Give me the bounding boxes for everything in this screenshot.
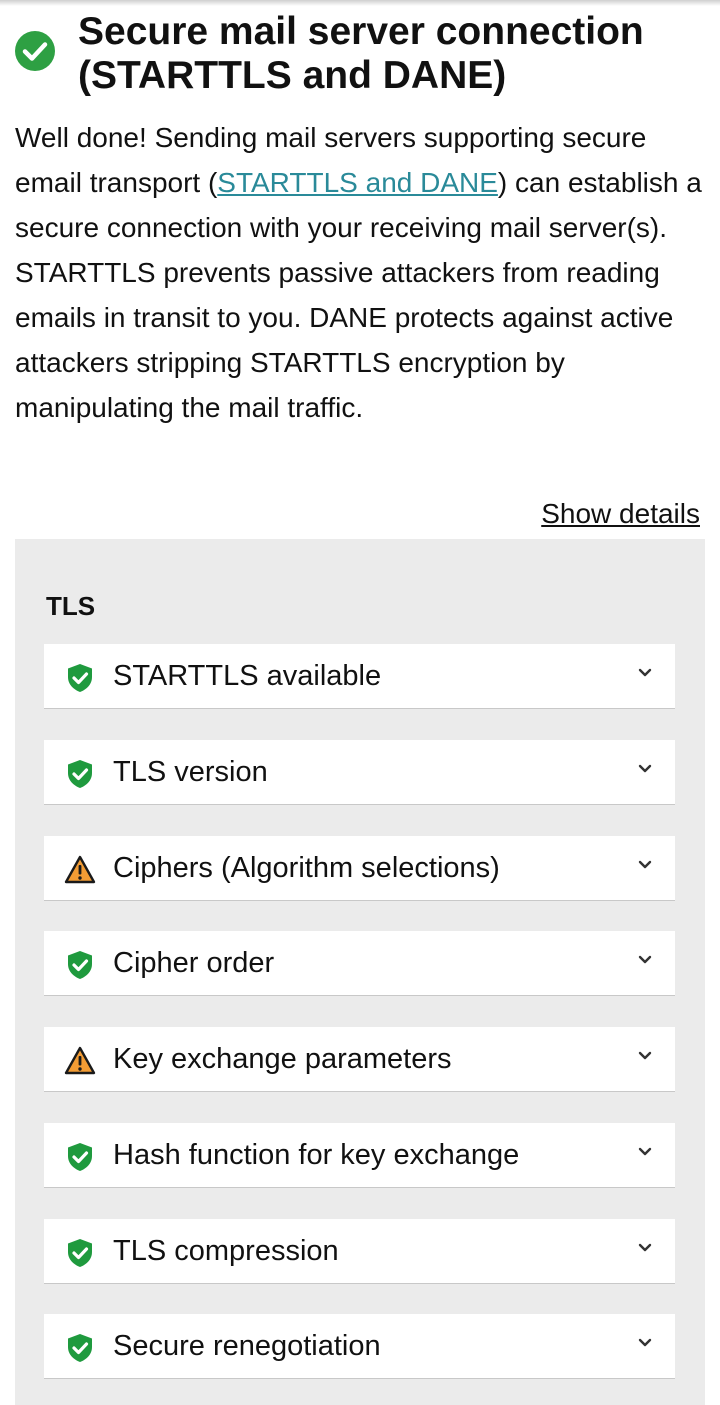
tls-check-label: STARTTLS available (113, 660, 382, 692)
shield-check-icon (64, 1141, 96, 1173)
intro-paragraph: Well done! Sending mail servers supporti… (15, 115, 705, 430)
chevron-down-icon[interactable] (637, 1241, 653, 1253)
tls-check-row[interactable]: Secure renegotiation (44, 1314, 675, 1379)
tls-check-row[interactable]: Ciphers (Algorithm selections) (44, 836, 675, 901)
show-details-link[interactable]: Show details (541, 494, 700, 534)
shield-check-icon (64, 949, 96, 981)
warning-triangle-icon (64, 1045, 96, 1077)
tls-check-row[interactable]: Hash function for key exchange (44, 1123, 675, 1188)
panel-title: TLS (46, 591, 96, 621)
section-title: Secure mail server connection (STARTTLS … (78, 10, 644, 97)
chevron-down-icon[interactable] (637, 858, 653, 870)
chevron-down-icon[interactable] (637, 762, 653, 774)
tls-check-label: TLS version (113, 756, 268, 788)
top-shadow (0, 0, 720, 6)
chevron-down-icon[interactable] (637, 1336, 653, 1348)
tls-check-row[interactable]: Cipher order (44, 931, 675, 996)
shield-check-icon (64, 758, 96, 790)
shield-check-icon (64, 1237, 96, 1269)
chevron-down-icon[interactable] (637, 1145, 653, 1157)
intro-text-end: ) can establish a secure connection with… (15, 167, 702, 423)
tls-check-label: Secure renegotiation (113, 1330, 381, 1362)
check-circle-icon (15, 31, 55, 71)
tls-check-label: Key exchange parameters (113, 1043, 452, 1075)
tls-check-row[interactable]: Key exchange parameters (44, 1027, 675, 1092)
shield-check-icon (64, 1332, 96, 1364)
tls-check-label: TLS compression (113, 1235, 339, 1267)
chevron-down-icon[interactable] (637, 666, 653, 678)
tls-check-label: Ciphers (Algorithm selections) (113, 852, 500, 884)
shield-check-icon (64, 662, 96, 694)
chevron-down-icon[interactable] (637, 953, 653, 965)
tls-panel: TLS STARTTLS available TLS version Ciphers… (15, 539, 705, 1405)
tls-check-row[interactable]: STARTTLS available (44, 644, 675, 709)
tls-check-row[interactable]: TLS compression (44, 1219, 675, 1284)
tls-check-label: Hash function for key exchange (113, 1139, 520, 1171)
chevron-down-icon[interactable] (637, 1049, 653, 1061)
starttls-dane-link[interactable]: STARTTLS and DANE (217, 167, 498, 198)
tls-check-label: Cipher order (113, 947, 275, 979)
tls-check-row[interactable]: TLS version (44, 740, 675, 805)
warning-triangle-icon (64, 854, 96, 886)
